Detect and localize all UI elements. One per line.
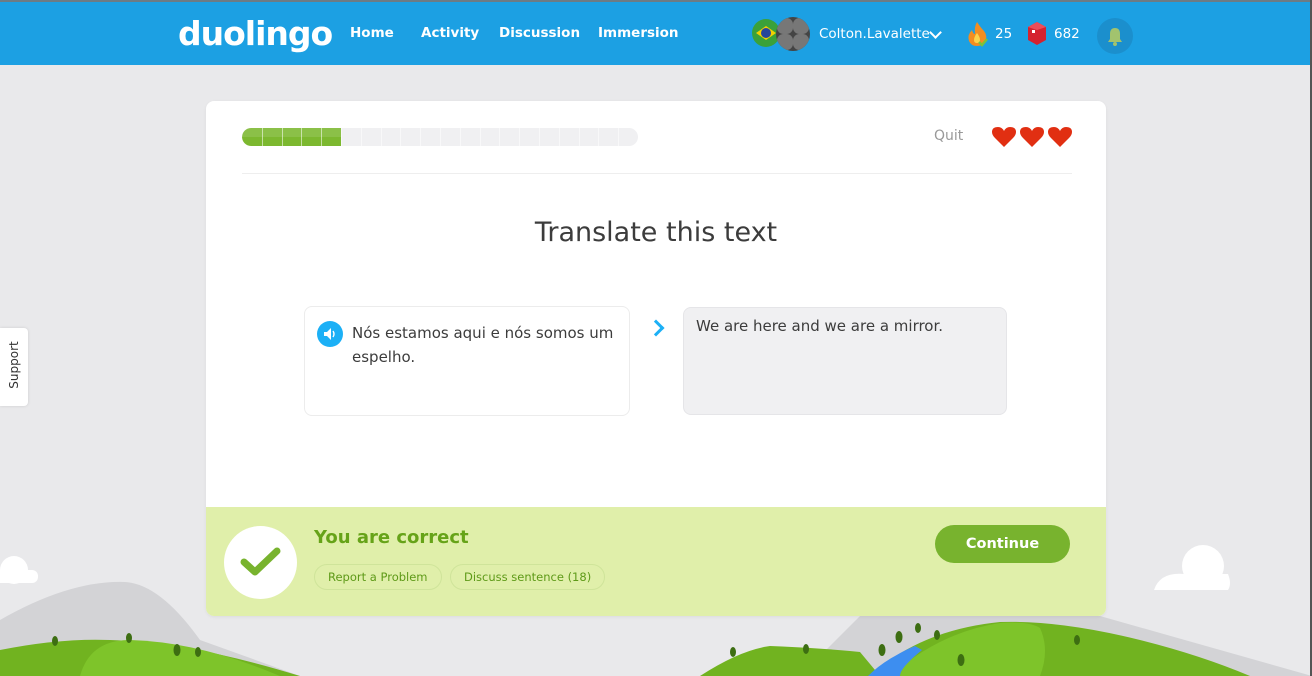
progress-segment-divider: [558, 128, 560, 146]
heart-icon: [1020, 127, 1044, 147]
report-problem-button[interactable]: Report a Problem: [314, 564, 442, 590]
result-message: You are correct: [314, 527, 469, 548]
heart-icon: [1048, 127, 1072, 147]
source-sentence-box: Nós estamos aqui e nós somos um espelho.: [304, 306, 630, 416]
discuss-sentence-button[interactable]: Discuss sentence (18): [450, 564, 606, 590]
support-label: Support: [7, 341, 21, 389]
quit-button[interactable]: Quit: [934, 128, 963, 144]
duolingo-logo[interactable]: duolingo: [178, 14, 333, 53]
progress-segment-divider: [301, 128, 303, 146]
continue-button[interactable]: Continue: [935, 525, 1070, 563]
nav-discussion[interactable]: Discussion: [499, 25, 580, 41]
streak-flame-icon: [968, 22, 988, 47]
lingot-gem-icon: [1028, 22, 1046, 45]
progress-fill: [242, 128, 341, 146]
progress-segment-divider: [479, 128, 481, 146]
progress-segment-divider: [380, 128, 382, 146]
progress-segment-divider: [618, 128, 620, 146]
progress-segment-divider: [598, 128, 600, 146]
progress-segment-divider: [261, 128, 263, 146]
lesson-card: Quit Translate this text Nós estamos aqu…: [206, 101, 1106, 616]
nav-immersion[interactable]: Immersion: [598, 25, 679, 41]
progress-segment-divider: [341, 128, 342, 146]
progress-segment-divider: [499, 128, 501, 146]
support-tab[interactable]: Support: [0, 328, 28, 406]
progress-segment-divider: [440, 128, 441, 146]
username[interactable]: Colton.Lavalette: [819, 26, 930, 42]
nav-activity[interactable]: Activity: [421, 25, 479, 41]
correct-badge: [224, 526, 297, 599]
result-footer: You are correct Report a Problem Discuss…: [206, 507, 1106, 616]
cloud-right: [1154, 545, 1230, 590]
streak-count: 25: [995, 26, 1013, 42]
progress-segment-divider: [321, 128, 323, 146]
lesson-progress-bar: [242, 128, 638, 146]
nav-home[interactable]: Home: [350, 25, 394, 41]
hearts: [992, 126, 1072, 148]
play-audio-button[interactable]: [317, 321, 343, 347]
top-navigation-bar: duolingo Home Activity Discussion Immers…: [0, 0, 1312, 65]
source-sentence[interactable]: Nós estamos aqui e nós somos um espelho.: [352, 321, 622, 369]
progress-segment-divider: [539, 128, 540, 146]
progress-segment-divider: [459, 128, 461, 146]
user-avatar[interactable]: [776, 17, 810, 51]
progress-segment-divider: [281, 128, 283, 146]
cloud-left: [0, 556, 38, 584]
notifications-button[interactable]: [1097, 18, 1133, 54]
chevron-down-icon[interactable]: [929, 26, 942, 39]
progress-segment-divider: [519, 128, 521, 146]
bell-icon: [1108, 28, 1122, 46]
progress-segment-divider: [420, 128, 422, 146]
divider: [242, 173, 1072, 174]
heart-icon: [992, 127, 1016, 147]
progress-segment-divider: [578, 128, 580, 146]
chevron-right-icon: [647, 319, 665, 337]
lingot-count: 682: [1054, 26, 1080, 42]
progress-segment-divider: [360, 128, 362, 146]
checkmark-icon: [240, 547, 281, 576]
speaker-icon: [324, 328, 335, 340]
translation-input[interactable]: [683, 307, 1007, 415]
progress-segment-divider: [400, 128, 402, 146]
challenge-title: Translate this text: [534, 217, 778, 248]
